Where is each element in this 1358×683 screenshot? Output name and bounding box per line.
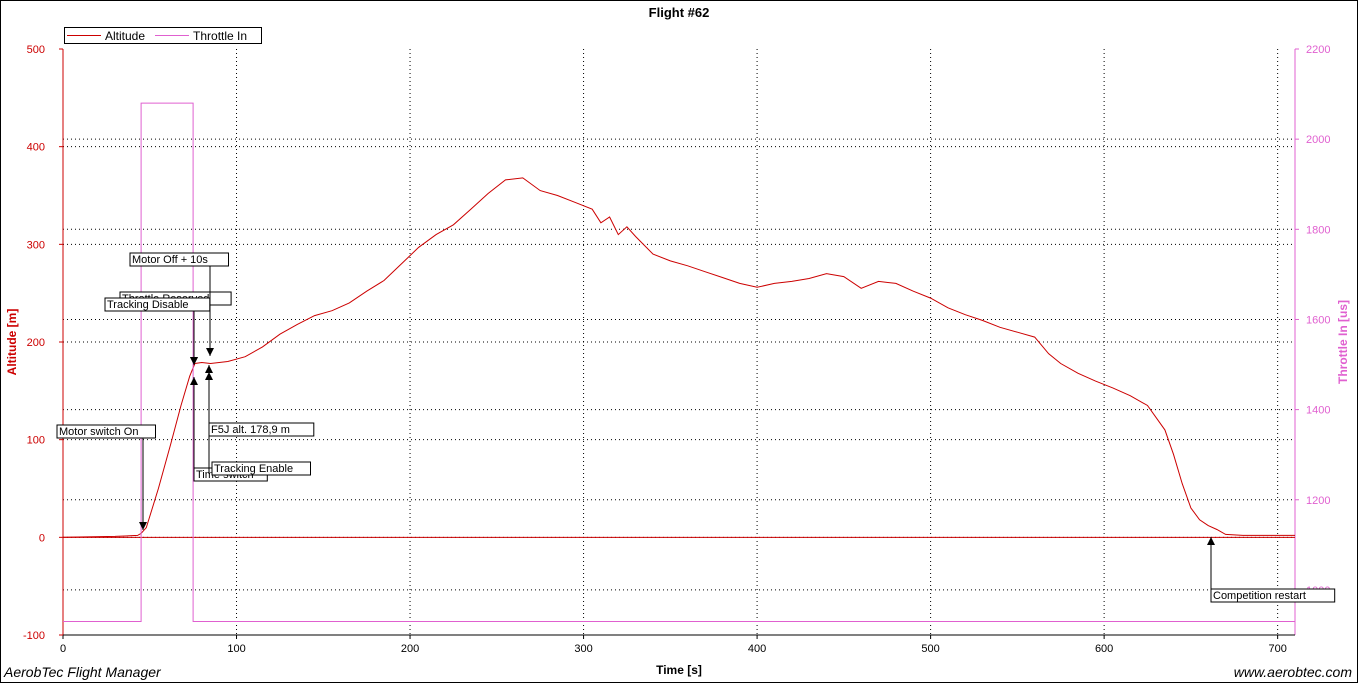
x-tick-label: 100 (227, 643, 245, 655)
chart-canvas: 0 100 200 300 400 500 600 700 -100 0 100 200 300 400 5… (5, 44, 1350, 655)
footer-website: www.aerobtec.com (1233, 664, 1352, 680)
y-right-tick-label: 1200 (1306, 495, 1330, 507)
annotation-arrow (1207, 537, 1215, 545)
footer-app-name: AerobTec Flight Manager (4, 664, 161, 680)
legend: Altitude Throttle In (64, 27, 263, 44)
y-right-tick-label: 1800 (1306, 224, 1330, 236)
x-tick-label: 600 (1095, 643, 1113, 655)
annotation-label: Competition restart (1213, 590, 1306, 602)
y-left-tick-label: -100 (23, 630, 45, 642)
x-tick-label: 0 (60, 643, 66, 655)
x-tick-label: 400 (748, 643, 766, 655)
legend-label-altitude: Altitude (105, 28, 146, 43)
annotation-arrow (205, 365, 213, 373)
annotation-label: Tracking Enable (214, 463, 293, 475)
y-left-tick-label: 0 (39, 532, 45, 544)
x-axis-label: Time [s] (656, 663, 702, 677)
y-left-tick-label: 300 (27, 239, 45, 251)
legend-item-throttle: Throttle In (155, 29, 247, 43)
legend-swatch-throttle (155, 35, 190, 36)
annotation-arrow (190, 357, 198, 365)
legend-swatch-altitude (67, 35, 101, 36)
annotation-label: Motor switch On (59, 426, 138, 438)
series-line-altitude (62, 177, 1295, 538)
y-left-tick-label: 500 (27, 44, 45, 56)
legend-item-altitude: Altitude (67, 29, 145, 43)
annotation-arrow (190, 377, 198, 385)
y-right-tick-label: 1600 (1306, 314, 1330, 326)
annotation-label: Tracking Disable (107, 299, 189, 311)
y-left-tick-label: 400 (27, 142, 45, 154)
x-tick-label: 500 (921, 643, 939, 655)
annotation-label: Motor Off + 10s (132, 254, 208, 266)
annotation-label: F5J alt. 178,9 m (211, 424, 290, 436)
x-tick-label: 300 (574, 643, 592, 655)
y-left-tick-label: 200 (27, 337, 45, 349)
annotation-arrow (206, 348, 214, 356)
x-tick-label: 200 (401, 643, 419, 655)
legend-label-throttle: Throttle In (193, 28, 248, 43)
y-right-tick-label: 2200 (1306, 44, 1330, 56)
series-line-throttle-in (63, 102, 1295, 622)
y-right-tick-label: 1400 (1306, 405, 1330, 417)
y-axis-right-label: Throttle In [us] (1336, 300, 1350, 384)
x-tick-label: 700 (1268, 643, 1286, 655)
y-left-tick-label: 100 (27, 435, 45, 447)
y-axis-left-label: Altitude [m] (5, 309, 19, 376)
chart-title: Flight #62 (648, 5, 710, 20)
y-right-tick-label: 2000 (1306, 134, 1330, 146)
